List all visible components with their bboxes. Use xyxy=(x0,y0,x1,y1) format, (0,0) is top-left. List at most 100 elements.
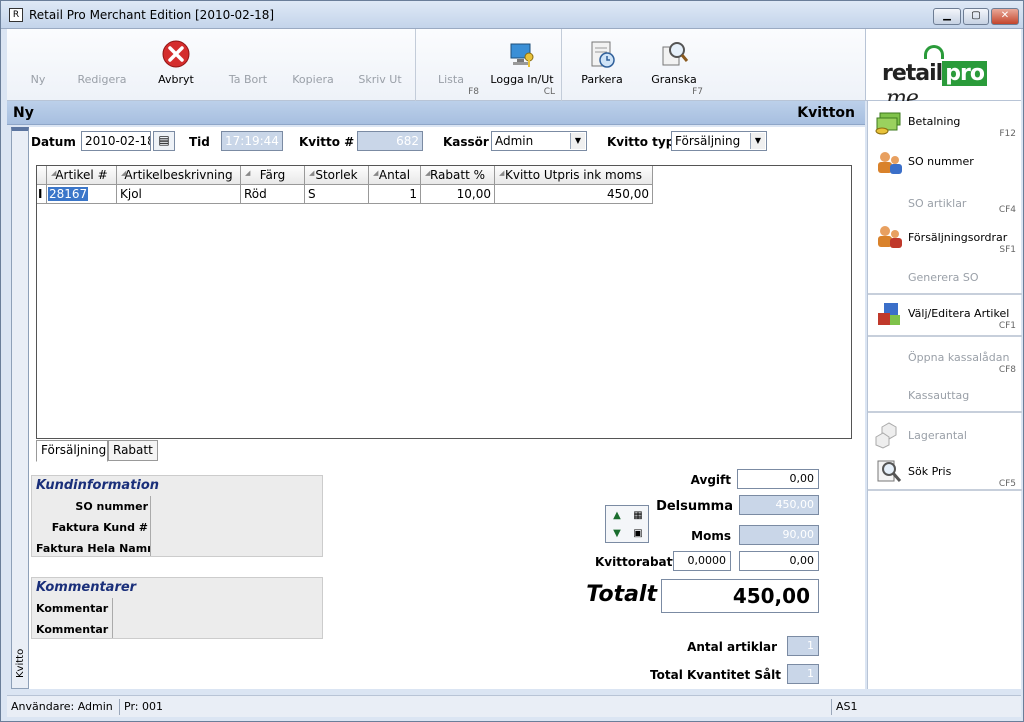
status-bar: Användare: Admin Pr: 001 AS1 xyxy=(7,695,1021,717)
chevron-down-icon[interactable]: ▼ xyxy=(750,133,765,149)
so-nummer-button[interactable]: SO nummer xyxy=(868,145,1022,185)
edit-label: Redigera xyxy=(77,73,127,86)
table-cell[interactable]: Röd xyxy=(241,185,305,204)
column-header[interactable]: ◢ Rabatt % xyxy=(421,166,495,185)
users-icon xyxy=(878,152,902,174)
kommentarer-title: Kommentarer xyxy=(36,580,137,595)
minimize-button[interactable]: ▁ xyxy=(933,8,961,25)
avgift-input[interactable]: 0,00 xyxy=(737,469,819,489)
price-search-icon xyxy=(877,460,902,482)
column-header[interactable]: ◢ Storlek xyxy=(305,166,369,185)
column-header[interactable]: ◢ Artikelbeskrivning xyxy=(117,166,241,185)
kassauttag-label: Kassauttag xyxy=(908,389,970,402)
kommentarer-panel: Kommentarer Kommentar 1 Kommentar 2 xyxy=(31,577,323,639)
row-indicator: I xyxy=(37,185,47,204)
close-button[interactable]: ✕ xyxy=(991,8,1019,25)
window-title: Retail Pro Merchant Edition [2010-02-18] xyxy=(29,8,275,22)
kundinformation-title: Kundinformation xyxy=(36,478,160,493)
so-artiklar-button[interactable]: SO artiklar CF4 xyxy=(868,187,1022,217)
status-user: Användare: Admin xyxy=(11,700,113,713)
arrow-up-icon[interactable]: ▲ xyxy=(607,507,627,524)
lagerantal-button[interactable]: Lagerantal xyxy=(868,419,1022,453)
review-label: Granska xyxy=(651,73,697,86)
edit-button[interactable]: Redigera xyxy=(69,29,135,101)
title-bar[interactable]: R Retail Pro Merchant Edition [2010-02-1… xyxy=(1,1,1023,29)
datum-input[interactable]: 2010-02-18 xyxy=(81,131,151,151)
list-key: F8 xyxy=(468,87,479,97)
chevron-down-icon[interactable]: ▼ xyxy=(570,133,585,149)
keypad-icon[interactable]: ▣ xyxy=(628,525,648,542)
calendar-icon: ▤ xyxy=(158,133,170,147)
print-label: Skriv Ut xyxy=(358,73,402,86)
generera-so-label: Generera SO xyxy=(908,271,979,284)
column-header[interactable]: ◢ Kvitto Utpris ink moms xyxy=(495,166,653,185)
panel-separator xyxy=(868,335,1022,337)
orders-icon xyxy=(878,226,902,248)
toolbar-separator xyxy=(561,29,562,101)
oppna-kassaladan-key: CF8 xyxy=(998,365,1016,375)
kassauttag-button[interactable]: Kassauttag xyxy=(868,379,1022,409)
generera-so-button[interactable]: Generera SO xyxy=(868,261,1022,289)
bag-icon xyxy=(924,45,944,59)
valj-editera-artikel-button[interactable]: Välj/Editera Artikel CF1 xyxy=(868,297,1022,335)
calendar-button[interactable]: ▤ xyxy=(153,131,175,151)
table-cell[interactable]: 450,00 xyxy=(495,185,653,204)
table-cell[interactable]: S xyxy=(305,185,369,204)
so-nummer-action-label: SO nummer xyxy=(908,155,974,168)
sok-pris-button[interactable]: Sök Pris CF5 xyxy=(868,455,1022,489)
column-header[interactable]: ◢ Antal xyxy=(369,166,421,185)
kvitto-typ-select[interactable]: Försäljning ▼ xyxy=(671,131,767,151)
oppna-kassaladan-button[interactable]: Öppna kassalådan CF8 xyxy=(868,341,1022,377)
new-label: Ny xyxy=(30,73,46,86)
side-tab-kvitto[interactable]: Kvitto xyxy=(11,127,29,689)
kundinformation-values xyxy=(150,496,322,556)
valj-editera-artikel-key: CF1 xyxy=(998,321,1016,331)
maximize-button[interactable]: ▢ xyxy=(963,8,989,25)
calculator-icon[interactable]: ▦ xyxy=(628,507,648,524)
mode-title: Ny xyxy=(13,105,34,121)
kvittorabatt-percent-input[interactable]: 0,0000 xyxy=(673,551,731,571)
arrow-down-icon[interactable]: ▼ xyxy=(607,525,627,542)
sok-pris-label: Sök Pris xyxy=(908,465,952,478)
table-cell[interactable]: Kjol xyxy=(117,185,241,204)
table-cell[interactable]: 28167 xyxy=(47,185,117,204)
kvittorabatt-label: Kvittorabatt xyxy=(595,555,679,569)
review-icon xyxy=(662,42,689,66)
inventory-icon xyxy=(875,422,897,449)
kassor-label: Kassör xyxy=(443,135,489,149)
kommentarer-values[interactable] xyxy=(112,598,322,638)
login-button[interactable]: Logga In/Ut CL xyxy=(483,29,561,101)
calculator-widget[interactable]: ▲ ▦ ▼ ▣ xyxy=(605,505,649,543)
kassor-select[interactable]: Admin ▼ xyxy=(491,131,587,151)
review-button[interactable]: Granska F7 xyxy=(639,29,709,101)
delete-button[interactable]: Ta Bort xyxy=(217,29,279,101)
cancel-button[interactable]: Avbryt xyxy=(143,29,209,101)
row-indicator-header xyxy=(37,166,47,185)
betalning-button[interactable]: Betalning F12 xyxy=(868,105,1022,143)
column-header[interactable]: ◢ Färg xyxy=(241,166,305,185)
copy-button[interactable]: Kopiera xyxy=(281,29,345,101)
table-cell[interactable]: 1 xyxy=(369,185,421,204)
betalning-key: F12 xyxy=(999,129,1016,139)
status-pr: Pr: 001 xyxy=(119,699,831,715)
table-cell[interactable]: 10,00 xyxy=(421,185,495,204)
park-button[interactable]: Parkera xyxy=(569,29,635,101)
items-grid[interactable]: ◢ Artikel # ◢ Artikelbeskrivning ◢ Färg ◢ St… xyxy=(36,165,852,439)
tab-forsaljning[interactable]: Försäljning xyxy=(36,440,108,462)
oppna-kassaladan-label: Öppna kassalådan xyxy=(908,351,1010,364)
total-kvantitet-value: 1 xyxy=(787,664,819,684)
kvitto-typ-label: Kvitto typ xyxy=(607,135,675,149)
section-header: Ny Kvitton xyxy=(7,101,865,125)
so-artiklar-key: CF4 xyxy=(998,205,1016,215)
list-button[interactable]: Lista F8 xyxy=(417,29,485,101)
kvittorabatt-amount-input[interactable]: 0,00 xyxy=(739,551,819,571)
antal-artiklar-label: Antal artiklar xyxy=(687,640,777,654)
app-icon: R xyxy=(9,8,23,22)
forsaljningsordrar-button[interactable]: Försäljningsordrar SF1 xyxy=(868,221,1022,257)
new-button[interactable]: Ny xyxy=(7,29,69,101)
print-button[interactable]: Skriv Ut xyxy=(347,29,413,101)
tab-rabatt[interactable]: Rabatt xyxy=(108,440,158,461)
column-header[interactable]: ◢ Artikel # xyxy=(47,166,117,185)
tid-input: 17:19:44 xyxy=(221,131,283,151)
kassor-value: Admin xyxy=(495,134,534,148)
